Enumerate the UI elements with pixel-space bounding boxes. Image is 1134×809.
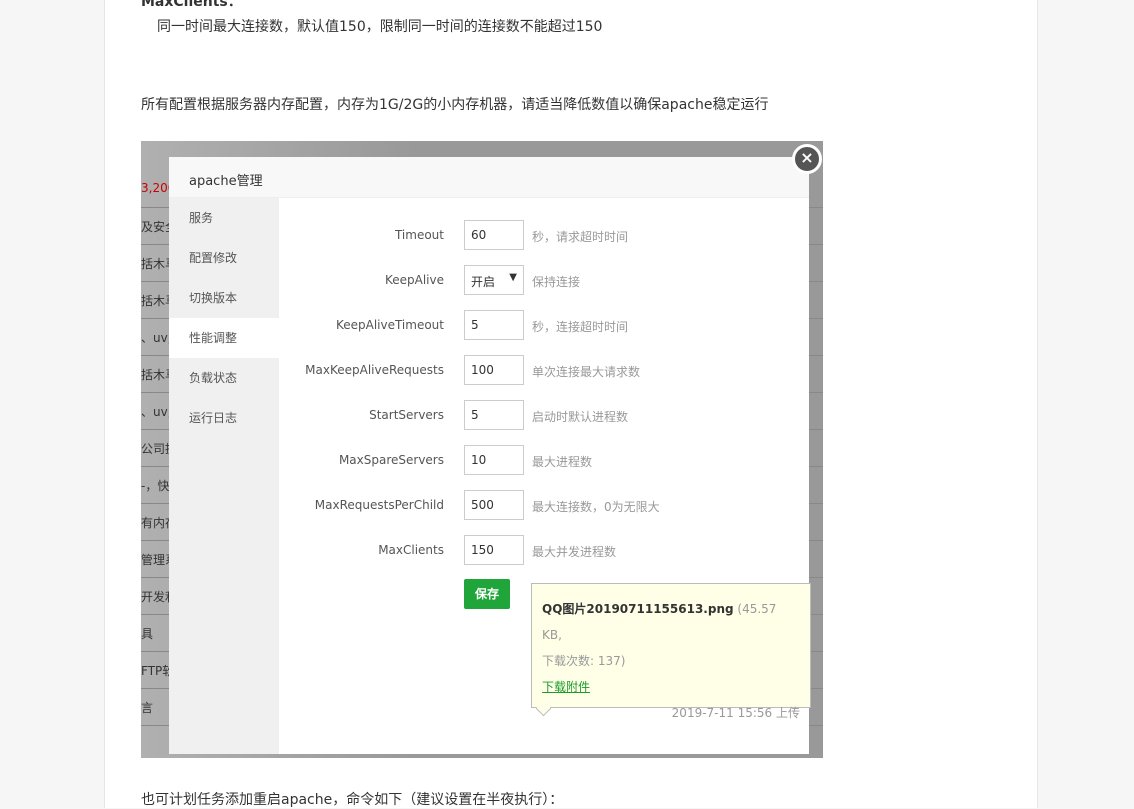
save-button[interactable]: 保存 <box>464 579 510 609</box>
field-input[interactable]: 5 <box>464 310 524 340</box>
field-value: 60 <box>471 228 487 242</box>
keepalive-select[interactable]: 开启 ▼ <box>464 265 524 295</box>
form-row: StartServers 5 启动时默认进程数 <box>279 400 809 430</box>
field-hint: 最大并发进程数 <box>532 545 617 559</box>
field-hint: 最大连接数，0为无限大 <box>532 500 660 514</box>
field-value: 150 <box>471 543 494 557</box>
field-value: 100 <box>471 363 494 377</box>
field-input[interactable]: 500 <box>464 490 524 520</box>
field-hint: 秒，连接超时时间 <box>532 320 629 334</box>
attachment-filename: QQ图片20190711155613.png <box>542 602 734 616</box>
field-value: 5 <box>471 318 479 332</box>
form-row: MaxKeepAliveRequests 100 单次连接最大请求数 <box>279 355 809 385</box>
dialog-sidebar: 服务 配置修改 切换版本 性能调整 负载状态 运行日志 <box>169 198 279 754</box>
form-row: MaxClients 150 最大并发进程数 <box>279 535 809 565</box>
paragraph: 同一时间最大连接数，默认值150，限制同一时间的连接数不能超过150 <box>157 19 603 35</box>
field-hint: 秒，请求超时时间 <box>532 230 629 244</box>
paragraph: 也可计划任务添加重启apache，命令如下（建议设置在半夜执行）： <box>141 792 564 808</box>
field-value: 10 <box>471 453 487 467</box>
menu-item-log[interactable]: 运行日志 <box>169 398 279 438</box>
menu-item-service[interactable]: 服务 <box>169 198 279 238</box>
field-label: KeepAlive <box>384 273 444 287</box>
dropdown-arrow-icon: ▼ <box>509 272 517 283</box>
field-value: 开启 <box>471 275 496 289</box>
field-label: MaxClients <box>378 543 444 557</box>
field-value: 5 <box>471 408 479 422</box>
field-input[interactable]: 150 <box>464 535 524 565</box>
field-hint: 最大进程数 <box>532 455 593 469</box>
form-row: KeepAliveTimeout 5 秒，连接超时时间 <box>279 310 809 340</box>
close-icon[interactable]: × <box>792 144 822 174</box>
attachment-downloads: 下载次数: 137) <box>542 654 626 668</box>
field-label: KeepAliveTimeout <box>335 318 444 332</box>
field-hint: 保持连接 <box>532 275 581 289</box>
form-row: MaxSpareServers 10 最大进程数 <box>279 445 809 475</box>
menu-item-load[interactable]: 负载状态 <box>169 358 279 398</box>
form-row: Timeout 60 秒，请求超时时间 <box>279 220 809 250</box>
field-label: MaxSpareServers <box>338 453 444 467</box>
field-hint: 单次连接最大请求数 <box>532 365 641 379</box>
field-input[interactable]: 5 <box>464 400 524 430</box>
field-input[interactable]: 100 <box>464 355 524 385</box>
menu-item-performance[interactable]: 性能调整 <box>169 318 279 358</box>
field-value: 500 <box>471 498 494 512</box>
field-label: MaxRequestsPerChild <box>314 498 444 512</box>
form-row: KeepAlive 开启 ▼ 保持连接 <box>279 265 809 295</box>
dialog-title: apache管理 <box>169 157 809 198</box>
upload-date: 2019-7-11 15:56 上传 <box>671 706 800 720</box>
field-label: StartServers <box>369 408 444 422</box>
field-input[interactable]: 60 <box>464 220 524 250</box>
field-input[interactable]: 10 <box>464 445 524 475</box>
menu-item-version[interactable]: 切换版本 <box>169 278 279 318</box>
section-heading: MaxClients： <box>141 0 242 10</box>
field-hint: 启动时默认进程数 <box>532 410 629 424</box>
form-row: MaxRequestsPerChild 500 最大连接数，0为无限大 <box>279 490 809 520</box>
menu-item-config[interactable]: 配置修改 <box>169 238 279 278</box>
field-label: MaxKeepAliveRequests <box>305 363 444 377</box>
field-label: Timeout <box>394 228 444 242</box>
attachment-tooltip: QQ图片20190711155613.png (45.57 KB, 下载次数: … <box>531 583 811 720</box>
download-link[interactable]: 下载附件 <box>542 680 590 694</box>
paragraph: 所有配置根据服务器内存配置，内存为1G/2G的小内存机器，请适当降低数值以确保a… <box>141 97 769 113</box>
